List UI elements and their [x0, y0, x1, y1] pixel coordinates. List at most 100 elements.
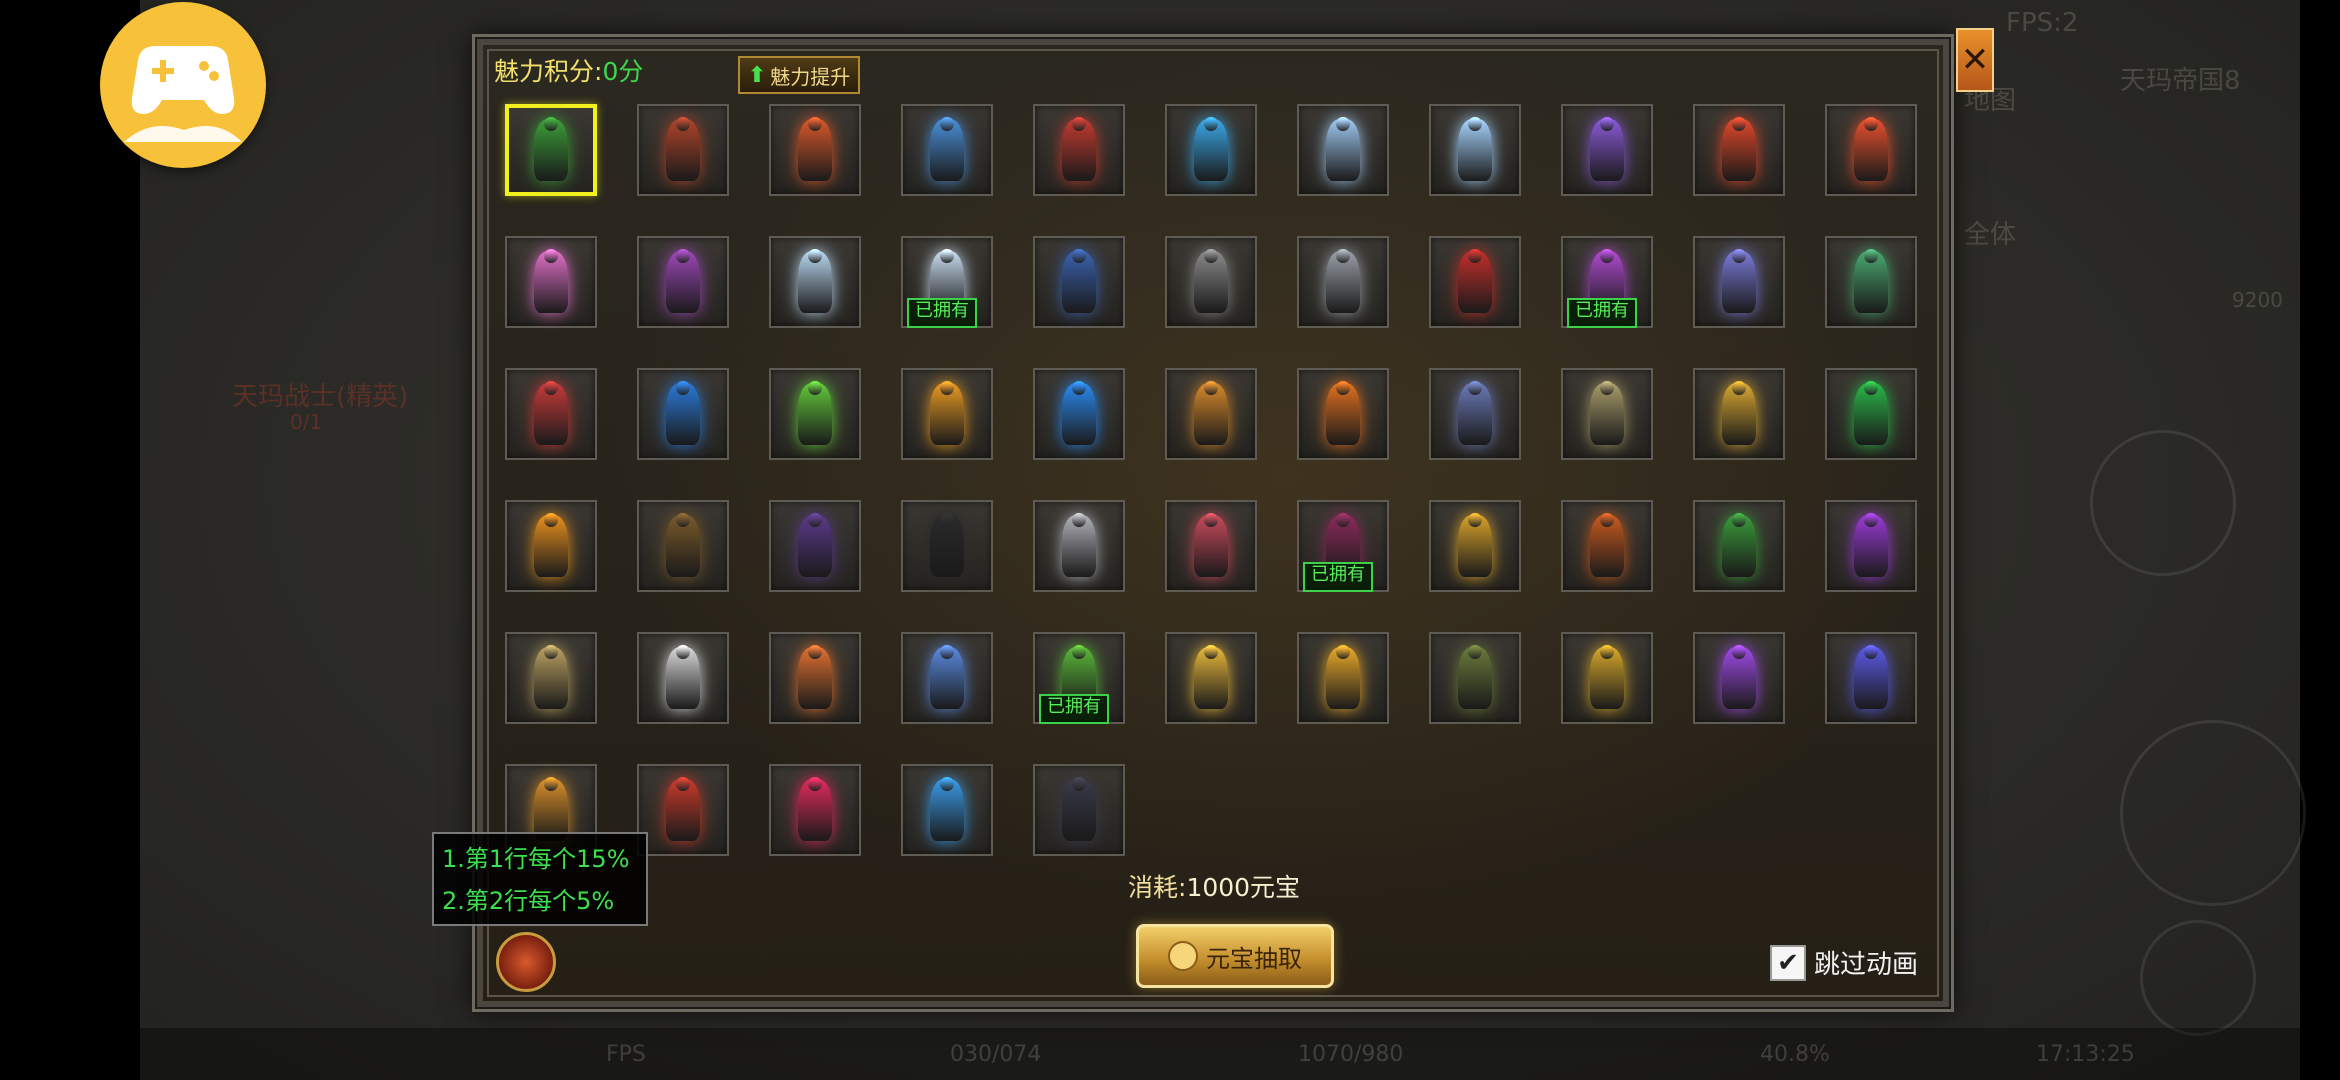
item-slot-violet-sword[interactable]: 已拥有 [1561, 236, 1653, 328]
item-slot-green-lancer[interactable]: 已拥有 [1033, 632, 1125, 724]
item-slot-sky-blade[interactable] [901, 632, 993, 724]
item-slot-jester-knight[interactable] [637, 236, 729, 328]
item-slot-gold-dragon[interactable] [1429, 500, 1521, 592]
item-slot-red-blade[interactable] [1033, 104, 1125, 196]
jade-dancer-icon [1854, 251, 1888, 313]
red-warrior-icon [666, 779, 700, 841]
bg-fps: FPS:2 [2006, 8, 2079, 38]
item-slot-snow-lady[interactable]: 已拥有 [901, 236, 993, 328]
item-slot-pink-fairy[interactable] [505, 236, 597, 328]
rank-emblem-icon[interactable] [496, 932, 556, 992]
item-slot-violet-beast[interactable] [1561, 104, 1653, 196]
item-slot-flame-blade-2[interactable] [1825, 104, 1917, 196]
item-slot-amethyst-blade[interactable] [1693, 632, 1785, 724]
owned-badge: 已拥有 [1303, 562, 1373, 592]
sun-blade-icon [1194, 647, 1228, 709]
violet-beast-icon [1590, 119, 1624, 181]
skip-animation-toggle[interactable]: ✔ 跳过动画 [1770, 944, 1918, 981]
item-slot-white-knight[interactable] [637, 632, 729, 724]
indigo-spear-icon [1854, 647, 1888, 709]
item-slot-stone-guardian[interactable] [1561, 368, 1653, 460]
item-slot-jade-dancer[interactable] [1825, 236, 1917, 328]
close-button[interactable]: ✕ [1956, 28, 1994, 92]
frost-dragon-icon [1326, 119, 1360, 181]
bg-status-bar: FPS 030/074 1070/980 40.8% 17:13:25 [140, 1028, 2300, 1080]
item-slot-red-warrior[interactable] [637, 764, 729, 856]
item-slot-flame-blade-1[interactable] [1693, 104, 1785, 196]
tip-line-1: 1.第1行每个15% [442, 845, 630, 873]
item-slot-emerald-spear[interactable] [769, 368, 861, 460]
right-letterbox [2300, 0, 2340, 1080]
item-slot-fire-lord[interactable] [769, 104, 861, 196]
jester-knight-icon [666, 251, 700, 313]
item-slot-scarlet-blade[interactable] [769, 764, 861, 856]
emerald-spear-icon [798, 383, 832, 445]
item-slot-shadow-axe[interactable] [769, 500, 861, 592]
scarlet-blade-icon [798, 779, 832, 841]
charm-score-label: 魅力积分: [494, 57, 603, 86]
item-slot-golden-crown[interactable] [901, 368, 993, 460]
draw-cost: 消耗:1000元宝 [1128, 868, 1300, 904]
flame-fox-icon [534, 515, 568, 577]
golden-lancer-icon [1722, 383, 1756, 445]
item-slot-crimson-dancer[interactable] [505, 368, 597, 460]
item-slot-blue-warrior[interactable] [1033, 236, 1125, 328]
ingot-draw-button[interactable]: 元宝抽取 [1136, 924, 1334, 988]
dark-suit-icon [1062, 779, 1096, 841]
item-slot-frost-dragon[interactable] [1297, 104, 1389, 196]
item-slot-golden-whip[interactable] [1561, 632, 1653, 724]
item-slot-blue-monk[interactable] [1429, 368, 1521, 460]
item-slot-ice-dragon[interactable] [1429, 104, 1521, 196]
item-slot-crimson-armor[interactable] [637, 104, 729, 196]
bg-map-name: 天玛帝国8 [2120, 66, 2241, 96]
item-slot-harvest-girl[interactable] [505, 632, 597, 724]
item-slot-rose-maiden[interactable] [1165, 500, 1257, 592]
skip-animation-checkbox[interactable]: ✔ [1770, 944, 1806, 981]
sapphire-spear-icon [666, 383, 700, 445]
sky-blade-icon [930, 647, 964, 709]
draw-cost-value: 1000元宝 [1186, 873, 1301, 902]
item-slot-golden-paladin[interactable] [1297, 632, 1389, 724]
ice-queen-icon [798, 251, 832, 313]
crimson-dancer-icon [534, 383, 568, 445]
item-slot-sun-blade[interactable] [1165, 632, 1257, 724]
item-slot-indigo-spear[interactable] [1825, 632, 1917, 724]
rose-maiden-icon [1194, 515, 1228, 577]
bg-stat-time: 17:13:25 [2036, 1042, 2135, 1067]
spear-master-icon [1194, 251, 1228, 313]
item-slot-jade-blade[interactable] [1825, 368, 1917, 460]
charm-boost-button[interactable]: ⬆ 魅力提升 [738, 56, 860, 94]
owned-badge: 已拥有 [907, 298, 977, 328]
item-slot-amber-knight[interactable] [1165, 368, 1257, 460]
item-slot-azure-wing[interactable] [901, 104, 993, 196]
item-slot-azure-mage[interactable] [901, 764, 993, 856]
game-assistant-badge[interactable] [100, 2, 266, 168]
item-slot-purple-mage[interactable] [1693, 236, 1785, 328]
item-slot-dark-suit[interactable] [1033, 764, 1125, 856]
item-slot-green-warrior[interactable] [505, 104, 597, 196]
item-slot-purple-demon[interactable] [1825, 500, 1917, 592]
charm-score: 魅力积分:0分 [494, 52, 643, 88]
item-slot-forest-hunter[interactable] [1429, 632, 1521, 724]
item-slot-dark-ranger[interactable] [637, 500, 729, 592]
item-slot-crimson-staff[interactable]: 已拥有 [1297, 500, 1389, 592]
item-slot-blue-flame[interactable] [1033, 368, 1125, 460]
item-slot-red-fighter[interactable] [1429, 236, 1521, 328]
item-slot-fire-ranger[interactable] [1297, 368, 1389, 460]
item-slot-ice-queen[interactable] [769, 236, 861, 328]
item-slot-fire-scythe[interactable] [1561, 500, 1653, 592]
item-slot-spear-master[interactable] [1165, 236, 1257, 328]
gamepad-icon [124, 46, 242, 142]
item-slot-green-archer[interactable] [1693, 500, 1785, 592]
item-slot-black-monk[interactable] [901, 500, 993, 592]
item-slot-silver-saint[interactable] [1033, 500, 1125, 592]
item-slot-sapphire-spear[interactable] [637, 368, 729, 460]
item-slot-flame-fox[interactable] [505, 500, 597, 592]
ingot-draw-label: 元宝抽取 [1206, 944, 1302, 973]
bg-stat-1: 030/074 [950, 1042, 1042, 1067]
item-slot-golden-lancer[interactable] [1693, 368, 1785, 460]
fire-scythe-icon [1590, 515, 1624, 577]
item-slot-halberd-knight[interactable] [1297, 236, 1389, 328]
item-slot-ice-lancer[interactable] [1165, 104, 1257, 196]
item-slot-blaze-staff[interactable] [769, 632, 861, 724]
